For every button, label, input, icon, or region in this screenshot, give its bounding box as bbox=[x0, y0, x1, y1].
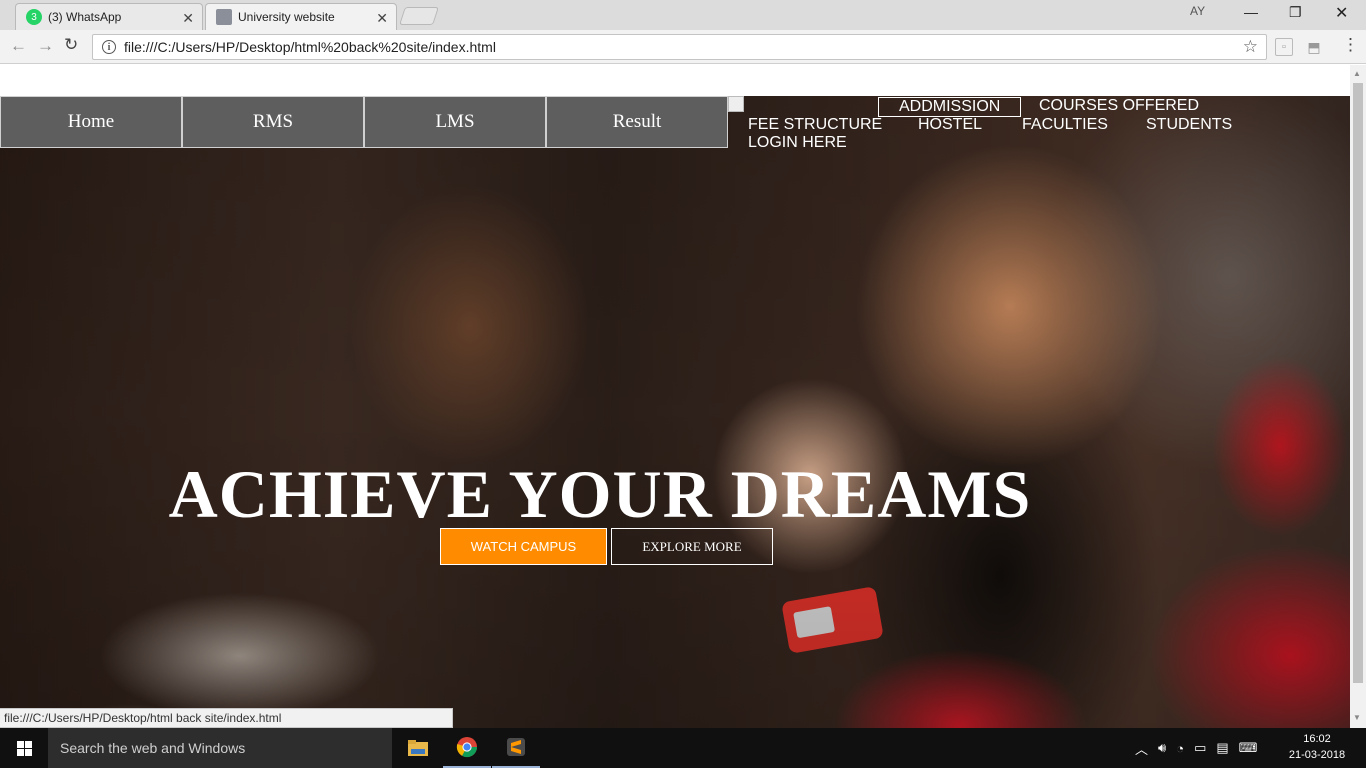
keyboard-icon[interactable]: ⌨︎ bbox=[1239, 740, 1258, 756]
menu-result[interactable]: Result bbox=[546, 96, 728, 148]
chrome-icon bbox=[456, 737, 478, 758]
nav-fee-structure-link[interactable]: FEE STRUCTURE bbox=[748, 116, 882, 134]
scroll-down-arrow-icon[interactable]: ▼ bbox=[1353, 713, 1361, 722]
hero-background-photo: ACHIEVE YOUR DREAMS WATCH CAMPUS EXPLORE… bbox=[0, 96, 1350, 728]
status-url-bubble: file:///C:/Users/HP/Desktop/html back si… bbox=[0, 708, 453, 728]
menu-dots-icon[interactable]: ⋮ bbox=[1342, 35, 1359, 55]
sublime-text-taskbar-icon[interactable] bbox=[492, 728, 540, 768]
tab-title: (3) WhatsApp bbox=[48, 10, 122, 24]
new-tab-button[interactable] bbox=[399, 7, 439, 25]
pdf-extension-icon[interactable]: ⬒ bbox=[1305, 38, 1323, 56]
restore-icon[interactable]: ❐ bbox=[1289, 4, 1302, 21]
clock-date: 21-03-2018 bbox=[1288, 749, 1346, 761]
taskbar-clock[interactable]: 16:02 21-03-2018 bbox=[1282, 731, 1352, 763]
show-hidden-icons-icon[interactable]: ︿ bbox=[1135, 739, 1148, 758]
battery-icon[interactable]: ▭ bbox=[1194, 740, 1206, 756]
tab-title: University website bbox=[238, 10, 335, 24]
site-favicon-icon bbox=[216, 9, 232, 25]
file-explorer-taskbar-icon[interactable] bbox=[394, 728, 442, 768]
scroll-up-arrow-icon[interactable]: ▲ bbox=[1353, 69, 1361, 78]
folder-icon bbox=[408, 740, 428, 756]
minimize-icon[interactable]: — bbox=[1244, 4, 1258, 20]
scrollbar-thumb[interactable] bbox=[1353, 83, 1363, 683]
menu-home[interactable]: Home bbox=[0, 96, 182, 148]
chrome-taskbar-icon[interactable] bbox=[443, 728, 491, 768]
close-tab-icon[interactable]: ✕ bbox=[182, 10, 194, 27]
page-scrollbar[interactable]: ▲ ▼ bbox=[1350, 65, 1366, 728]
hero-title: ACHIEVE YOUR DREAMS bbox=[168, 456, 1032, 532]
close-tab-icon[interactable]: ✕ bbox=[376, 10, 388, 27]
taskbar-search-box[interactable]: Search the web and Windows bbox=[48, 728, 392, 768]
info-icon[interactable]: i bbox=[102, 40, 116, 54]
browser-tab-strip: 3 (3) WhatsApp ✕ University website ✕ AY… bbox=[0, 0, 1366, 30]
address-text: file:///C:/Users/HP/Desktop/html%20back%… bbox=[124, 39, 496, 55]
wifi-icon[interactable]: ◔ bbox=[1176, 741, 1184, 756]
explore-more-button[interactable]: EXPLORE MORE bbox=[611, 528, 773, 565]
broken-image-icon bbox=[728, 96, 744, 112]
watch-campus-button[interactable]: WATCH CAMPUS bbox=[440, 528, 607, 565]
tab-university-website[interactable]: University website ✕ bbox=[205, 3, 397, 30]
nav-courses-link[interactable]: COURSES OFFERED bbox=[1039, 97, 1199, 115]
bookmark-star-icon[interactable]: ☆ bbox=[1243, 37, 1258, 57]
volume-icon[interactable]: 🔊︎ bbox=[1158, 740, 1166, 756]
start-button[interactable] bbox=[0, 728, 48, 768]
extension-icon[interactable]: ▫ bbox=[1275, 38, 1293, 56]
whatsapp-icon: 3 bbox=[26, 9, 42, 25]
menu-lms[interactable]: LMS bbox=[364, 96, 546, 148]
reload-icon[interactable]: ↻ bbox=[64, 35, 78, 55]
sublime-text-icon bbox=[507, 738, 525, 756]
page-viewport: ACHIEVE YOUR DREAMS WATCH CAMPUS EXPLORE… bbox=[0, 65, 1350, 728]
close-window-icon[interactable]: ✕ bbox=[1335, 3, 1348, 23]
windows-taskbar: Search the web and Windows ︿ 🔊︎ ◔ ▭ ▤ ⌨︎… bbox=[0, 728, 1366, 768]
forward-arrow-icon[interactable]: → bbox=[37, 36, 54, 56]
system-tray: ︿ 🔊︎ ◔ ▭ ▤ ⌨︎ bbox=[1135, 728, 1257, 768]
nav-login-link[interactable]: LOGIN HERE bbox=[748, 134, 847, 152]
windows-logo-icon bbox=[16, 740, 32, 756]
notifications-icon[interactable]: ▤ bbox=[1216, 740, 1228, 756]
browser-toolbar: ← → ↻ i file:///C:/Users/HP/Desktop/html… bbox=[0, 30, 1366, 64]
address-bar[interactable]: i file:///C:/Users/HP/Desktop/html%20bac… bbox=[92, 34, 1267, 60]
nav-faculties-link[interactable]: FACULTIES bbox=[1022, 116, 1108, 134]
tab-whatsapp[interactable]: 3 (3) WhatsApp ✕ bbox=[15, 3, 203, 30]
clock-time: 16:02 bbox=[1303, 733, 1331, 745]
menu-rms[interactable]: RMS bbox=[182, 96, 364, 148]
back-arrow-icon[interactable]: ← bbox=[10, 36, 27, 56]
profile-name[interactable]: AY bbox=[1190, 4, 1205, 18]
nav-students-link[interactable]: STUDENTS bbox=[1146, 116, 1232, 134]
nav-admission-link[interactable]: ADDMISSION bbox=[878, 97, 1022, 117]
nav-hostel-link[interactable]: HOSTEL bbox=[918, 116, 982, 134]
